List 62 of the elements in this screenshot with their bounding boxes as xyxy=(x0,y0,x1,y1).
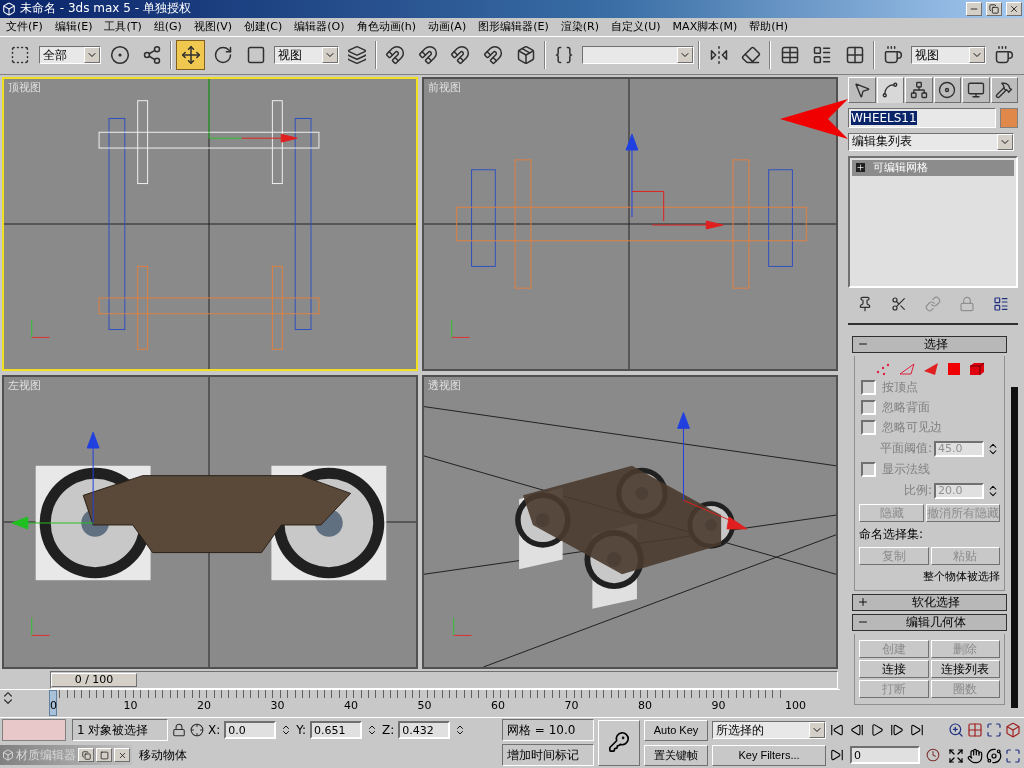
ruler-label: 30 xyxy=(270,699,285,712)
menu-item[interactable]: 工具(T) xyxy=(104,19,142,35)
key-filters-button[interactable]: Key Filters... xyxy=(712,745,826,766)
set-key-mode-button[interactable]: 置关键帧 xyxy=(644,745,708,766)
ruler-label: 60 xyxy=(491,699,505,712)
selection-status: 整个物体被选择 xyxy=(922,569,1000,584)
menu-item[interactable]: 自定义(U) xyxy=(610,19,661,35)
menu-item[interactable]: 角色动画(h) xyxy=(356,19,417,35)
checkbox-label: 显示法线 xyxy=(882,461,930,479)
rollout-header[interactable]: 软化选择 xyxy=(852,594,1007,611)
menu-item[interactable]: 视图(V) xyxy=(193,19,232,35)
object-name-field[interactable]: WHEELS11 xyxy=(848,108,996,128)
spinner-label: 比例: xyxy=(903,482,932,500)
coordinate-dropdown[interactable]: 视图 xyxy=(273,46,339,65)
ruler-label: 50 xyxy=(417,699,432,712)
menu-item[interactable]: 图形编辑器(E) xyxy=(478,19,549,35)
ruler-label: 20 xyxy=(197,699,211,712)
z-field[interactable]: 0.432 xyxy=(398,721,451,740)
x-field[interactable]: 0.0 xyxy=(224,721,277,740)
menu-item[interactable]: 组(G) xyxy=(153,19,182,35)
menu-item[interactable]: 创建(C) xyxy=(244,19,283,35)
time-slider-thumb[interactable]: 0 / 100 xyxy=(51,673,137,687)
selection-filter-dropdown[interactable]: 全部 xyxy=(38,46,102,65)
ruler-label: 100 xyxy=(785,699,806,712)
selection-count: 1 对象被选择 xyxy=(72,719,168,742)
current-frame-field[interactable]: 0 xyxy=(850,746,920,765)
menu-item[interactable]: MAX脚本(M) xyxy=(672,19,738,35)
panel-button[interactable]: 连接 xyxy=(859,660,929,678)
checkbox-label: 忽略可见边 xyxy=(882,419,942,437)
named-sets-label: 命名选择集: xyxy=(859,526,925,543)
ruler-label: 70 xyxy=(564,699,579,712)
menu-item[interactable]: 渲染(R) xyxy=(560,19,599,35)
ruler-label: 40 xyxy=(344,699,358,712)
y-label: Y: xyxy=(296,723,307,738)
add-time-tag[interactable]: 增加时间标记 xyxy=(502,744,594,767)
rollout-header[interactable]: 编辑几何体 xyxy=(852,614,1007,631)
time-ruler[interactable]: 0 10 20 30 40 50 60 70 80 90 100 xyxy=(0,689,840,717)
menu-item[interactable]: 帮助(H) xyxy=(749,19,789,35)
menu-item[interactable]: 编辑器(O) xyxy=(294,19,345,35)
rollout-header[interactable]: 选择 xyxy=(852,336,1007,353)
checkbox-label: 忽略背面 xyxy=(882,399,930,417)
prompt-text: 移动物体 xyxy=(138,747,188,764)
menu-item[interactable]: 编辑(E) xyxy=(54,19,93,35)
ruler-label: 10 xyxy=(123,699,138,712)
x-label: X: xyxy=(208,723,221,738)
ruler-label: 80 xyxy=(638,699,652,712)
y-field[interactable]: 0.651 xyxy=(310,721,363,740)
menu-item[interactable]: 文件(F) xyxy=(6,19,43,35)
grid-size: 网格 = 10.0 xyxy=(502,719,594,742)
ruler-label: 90 xyxy=(711,699,726,712)
auto-key-button[interactable]: Auto Key xyxy=(644,720,708,741)
render-type-dropdown[interactable]: 视图 xyxy=(911,46,986,65)
modifier-list-dropdown[interactable]: 编辑集列表 xyxy=(848,133,1014,151)
z-label: Z: xyxy=(382,723,395,738)
window-title: 未命名 - 3ds max 5 - 单独授权 xyxy=(20,0,192,18)
menu-item[interactable]: 动画(A) xyxy=(428,19,467,35)
checkbox-label: 按顶点 xyxy=(882,379,918,397)
key-mode-dropdown[interactable]: 所选择的 xyxy=(712,721,826,740)
panel-button[interactable]: 连接列表 xyxy=(930,660,1000,678)
time-slider[interactable]: 0 / 100 xyxy=(50,671,838,689)
ruler-label: 0 xyxy=(50,699,57,712)
spinner-label: 平面阈值: xyxy=(879,440,932,458)
